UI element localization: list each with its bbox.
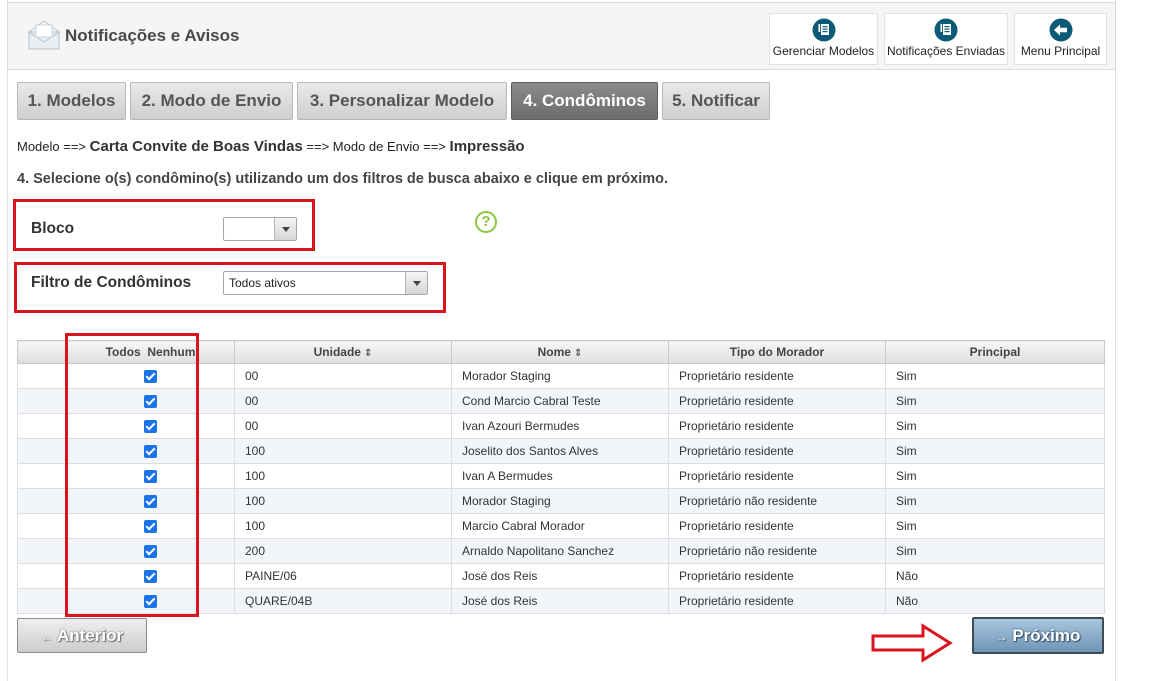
row-blank [17,363,67,389]
cell-nome: Morador Staging [451,363,669,389]
cell-nome: Ivan A Bermudes [451,463,669,489]
cell-principal: Sim [885,438,1105,464]
previous-label: Anterior [56,626,124,645]
cell-tipo: Proprietário residente [668,513,886,539]
cell-principal: Sim [885,413,1105,439]
help-icon[interactable]: ? [475,211,497,233]
sent-document-icon [934,18,958,42]
next-label: Próximo [1012,626,1081,645]
cell-principal: Não [885,588,1105,614]
cell-nome: Morador Staging [451,488,669,514]
sent-notifications-label: Notificações Enviadas [886,44,1006,58]
page-title: Notificações e Avisos [65,26,240,45]
cell-unidade: 00 [234,363,452,389]
header-principal: Principal [885,340,1105,364]
cell-nome: José dos Reis [451,588,669,614]
left-arrow-icon: ← [40,630,53,644]
filtro-condominos-value: Todos ativos [229,276,296,290]
previous-button[interactable]: ← Anterior [17,618,147,653]
row-blank [17,538,67,564]
document-list-icon [812,18,835,42]
header-tipo-morador: Tipo do Morador [668,340,886,364]
row-blank [17,588,67,614]
tab-notificar[interactable]: 5. Notificar [662,82,770,120]
cell-principal: Sim [885,513,1105,539]
right-arrow-icon: → [995,630,1008,644]
cell-tipo: Proprietário residente [668,438,886,464]
tab-modelos[interactable]: 1. Modelos [17,82,126,120]
cell-nome: Cond Marcio Cabral Teste [451,388,669,414]
header-unidade[interactable]: Unidade ⇕ [234,340,452,364]
header-nome[interactable]: Nome ⇕ [451,340,669,364]
cell-tipo: Proprietário residente [668,388,886,414]
cell-principal: Sim [885,463,1105,489]
row-blank [17,413,67,439]
breadcrumb-model-prefix: Modelo ==> [17,139,87,154]
breadcrumb-mode-prefix: ==> Modo de Envio ==> [306,139,446,154]
breadcrumb: Modelo ==> Carta Convite de Boas Vindas … [17,138,525,155]
cell-nome: José dos Reis [451,563,669,589]
cell-unidade: 00 [234,413,452,439]
cell-unidade: 100 [234,438,452,464]
cell-principal: Sim [885,538,1105,564]
cell-nome: Arnaldo Napolitano Sanchez [451,538,669,564]
row-blank [17,488,67,514]
row-blank [17,513,67,539]
row-blank [17,388,67,414]
cell-tipo: Proprietário residente [668,463,886,489]
main-menu-button[interactable]: Menu Principal [1014,13,1107,65]
envelope-icon [27,20,61,50]
cell-principal: Não [885,563,1105,589]
sent-notifications-button[interactable]: Notificações Enviadas [884,13,1008,65]
chevron-down-icon [405,272,427,294]
filtro-condominos-label: Filtro de Condôminos [31,274,192,291]
checkbox-column-highlight-box [65,333,199,617]
next-button[interactable]: → Próximo [972,617,1104,654]
app-header: Notificações e Avisos Gerenciar Modelos … [7,2,1116,70]
main-menu-label: Menu Principal [1020,44,1101,58]
bloco-select[interactable] [223,217,297,241]
cell-principal: Sim [885,388,1105,414]
header-blank [17,340,67,364]
tab-personalizar-modelo[interactable]: 3. Personalizar Modelo [297,82,507,120]
cell-nome: Marcio Cabral Morador [451,513,669,539]
cell-unidade: 200 [234,538,452,564]
sort-icon: ⇕ [573,348,583,359]
cell-unidade: 100 [234,463,452,489]
bloco-label: Bloco [31,220,75,237]
cell-nome: Ivan Azouri Bermudes [451,413,669,439]
cell-principal: Sim [885,363,1105,389]
cell-tipo: Proprietário não residente [668,488,886,514]
filtro-condominos-select[interactable]: Todos ativos [223,271,428,295]
step-instruction: 4. Selecione o(s) condômino(s) utilizand… [17,171,668,187]
pointer-arrow-icon [871,623,953,663]
row-blank [17,438,67,464]
sort-icon: ⇕ [363,348,373,359]
cell-unidade: 100 [234,488,452,514]
cell-tipo: Proprietário residente [668,413,886,439]
back-arrow-icon [1049,18,1072,42]
row-blank [17,463,67,489]
cell-unidade: 100 [234,513,452,539]
cell-principal: Sim [885,488,1105,514]
breadcrumb-model-name: Carta Convite de Boas Vindas [89,138,303,155]
tab-condominos[interactable]: 4. Condôminos [511,82,658,120]
tab-modo-de-envio[interactable]: 2. Modo de Envio [130,82,293,120]
row-blank [17,563,67,589]
cell-nome: Joselito dos Santos Alves [451,438,669,464]
cell-unidade: PAINE/06 [234,563,452,589]
manage-models-button[interactable]: Gerenciar Modelos [769,13,878,65]
breadcrumb-mode-name: Impressão [449,138,525,155]
cell-tipo: Proprietário residente [668,363,886,389]
manage-models-label: Gerenciar Modelos [772,44,875,58]
cell-tipo: Proprietário não residente [668,538,886,564]
chevron-down-icon [274,218,296,240]
cell-unidade: 00 [234,388,452,414]
cell-tipo: Proprietário residente [668,563,886,589]
cell-tipo: Proprietário residente [668,588,886,614]
cell-unidade: QUARE/04B [234,588,452,614]
